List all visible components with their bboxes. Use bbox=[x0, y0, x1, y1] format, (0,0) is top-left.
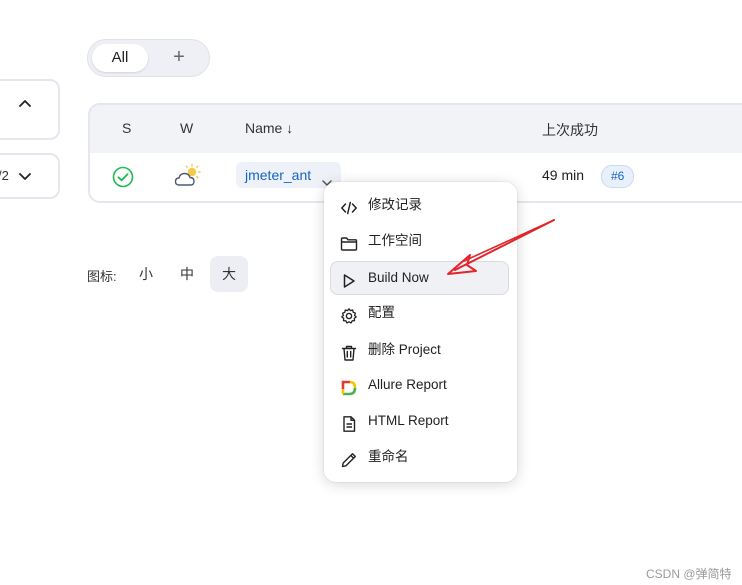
code-icon bbox=[340, 196, 358, 215]
tab-all[interactable]: All bbox=[92, 44, 148, 72]
build-number-badge[interactable]: #6 bbox=[601, 165, 635, 188]
menu-item-rename[interactable]: 重命名 bbox=[330, 440, 509, 474]
menu-item-label: 删除 Project bbox=[368, 342, 441, 357]
gear-icon bbox=[340, 304, 358, 324]
menu-item-html-report[interactable]: HTML Report bbox=[330, 404, 509, 438]
success-status-icon bbox=[112, 166, 134, 193]
watermark: CSDN @弹简特 bbox=[646, 567, 732, 581]
last-success-time: 49 min bbox=[542, 167, 585, 183]
header-name[interactable]: Name ↓ bbox=[245, 120, 293, 136]
icon-size-large[interactable]: 大 bbox=[210, 256, 248, 292]
weather-sunny-cloud-icon bbox=[174, 163, 202, 194]
trash-icon bbox=[340, 341, 358, 361]
icon-size-small[interactable]: 小 bbox=[127, 256, 165, 292]
menu-item-label: HTML Report bbox=[368, 413, 449, 428]
add-view-button[interactable]: + bbox=[164, 44, 194, 72]
annotation-arrow bbox=[447, 219, 555, 275]
job-name-link[interactable]: jmeter_ant bbox=[236, 162, 342, 188]
folder-icon bbox=[340, 232, 358, 251]
table-header: S W Name ↓ 上次成功 bbox=[90, 105, 742, 153]
menu-item-delete-project[interactable]: 删除 Project bbox=[330, 333, 509, 367]
chevron-up-icon[interactable] bbox=[18, 97, 32, 116]
collapse-card[interactable] bbox=[0, 79, 60, 140]
view-tabs: All + bbox=[87, 39, 210, 77]
pager-text: /2 bbox=[0, 168, 9, 183]
header-status[interactable]: S bbox=[122, 120, 131, 136]
menu-item-label: Build Now bbox=[368, 270, 429, 285]
menu-item-label: Allure Report bbox=[368, 377, 447, 392]
chevron-down-icon[interactable] bbox=[18, 169, 32, 188]
pager-card[interactable]: /2 bbox=[0, 153, 60, 199]
pencil-icon bbox=[340, 448, 358, 468]
menu-item-label: 修改记录 bbox=[368, 197, 422, 212]
allure-icon bbox=[340, 376, 358, 396]
icon-size-medium[interactable]: 中 bbox=[168, 256, 206, 292]
menu-item-label: 重命名 bbox=[368, 449, 409, 464]
header-weather[interactable]: W bbox=[180, 120, 193, 136]
play-icon bbox=[340, 269, 358, 288]
menu-item-label: 配置 bbox=[368, 305, 395, 320]
menu-item-label: 工作空间 bbox=[368, 233, 422, 248]
icon-size-label: 图标: bbox=[87, 269, 117, 284]
menu-item-configure[interactable]: 配置 bbox=[330, 296, 509, 330]
menu-item-allure-report[interactable]: Allure Report bbox=[330, 368, 509, 402]
header-last-success[interactable]: 上次成功 bbox=[542, 120, 598, 140]
job-name: jmeter_ant bbox=[245, 167, 312, 183]
document-icon bbox=[340, 412, 358, 432]
